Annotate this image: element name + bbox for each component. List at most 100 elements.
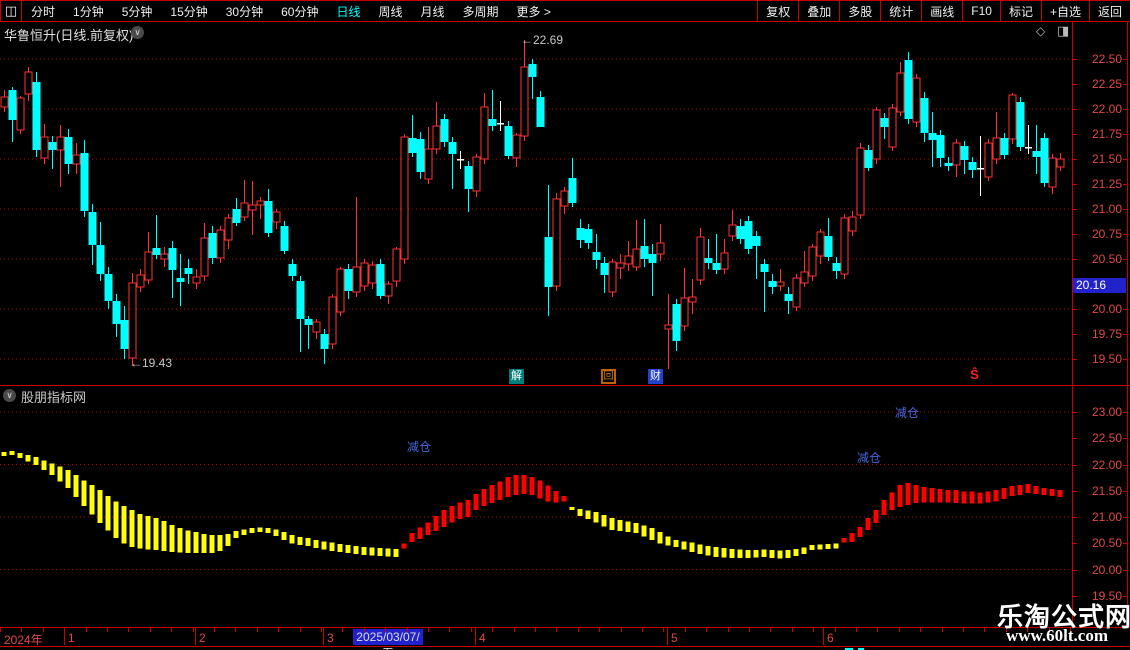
x-axis-minor-tick	[599, 628, 600, 632]
y-axis-label: 20.00	[1091, 302, 1122, 316]
event-marker-解[interactable]: 解	[509, 369, 524, 384]
event-marker-回[interactable]: 回	[601, 369, 616, 384]
indicator-bar	[297, 536, 303, 545]
tab-分时[interactable]: 分时	[22, 3, 64, 20]
candle	[944, 157, 953, 171]
candle	[472, 154, 481, 197]
window-layout-icon[interactable]: ◫	[0, 1, 22, 21]
candle	[712, 234, 721, 274]
indicator-bar	[185, 530, 191, 554]
indicator-bar	[553, 490, 559, 503]
indicator-bar	[913, 484, 919, 503]
tab-15分钟[interactable]: 15分钟	[161, 3, 216, 20]
candle	[776, 269, 785, 291]
candle	[992, 112, 1001, 164]
x-axis-minor-tick	[235, 628, 236, 632]
indicator-bar	[281, 532, 287, 541]
toolbar-button-标记[interactable]: 标记	[999, 1, 1041, 21]
y-axis-label: 21.00	[1091, 510, 1122, 524]
candle	[784, 287, 793, 314]
candle	[200, 223, 209, 281]
indicator-bar	[225, 533, 231, 546]
x-axis-minor-tick	[300, 628, 301, 632]
candle	[232, 198, 241, 226]
candle	[977, 136, 984, 196]
indicator-bar	[273, 529, 279, 536]
candle	[768, 274, 777, 294]
indicator-bar	[841, 538, 847, 543]
indicator-bar	[985, 491, 991, 503]
candle	[120, 306, 129, 359]
candle	[160, 247, 169, 267]
candle	[952, 139, 961, 177]
indicator-bar	[793, 549, 799, 556]
y-axis-label: 20.50	[1091, 536, 1122, 551]
event-marker-Ŝ[interactable]: Ŝ	[967, 367, 982, 382]
tab-日线[interactable]: 日线	[327, 3, 369, 20]
indicator-bar	[489, 484, 495, 503]
candle	[672, 299, 681, 351]
tab-30分钟[interactable]: 30分钟	[217, 3, 272, 20]
y-axis-label: 20.75	[1091, 227, 1122, 241]
candle	[864, 145, 873, 171]
tab-1分钟[interactable]: 1分钟	[64, 3, 113, 20]
indicator-bar	[337, 543, 343, 553]
tab-更多 >[interactable]: 更多 >	[508, 3, 560, 20]
indicator-bar	[961, 491, 967, 504]
toolbar-button-画线[interactable]: 画线	[921, 1, 962, 21]
x-axis-minor-tick	[920, 628, 921, 632]
candle	[360, 259, 369, 291]
indicator-chart[interactable]	[0, 385, 1072, 627]
toolbar-button-叠加[interactable]: 叠加	[798, 1, 839, 21]
candle	[184, 259, 193, 284]
x-axis-minor-tick	[642, 628, 643, 632]
event-marker-财[interactable]: 财	[648, 369, 663, 384]
tab-5分钟[interactable]: 5分钟	[113, 3, 162, 20]
axis-border-left	[1072, 22, 1073, 647]
toolbar-button-复权[interactable]: 复权	[757, 1, 798, 21]
candle	[208, 226, 217, 264]
candle	[128, 273, 137, 366]
indicator-bar	[377, 547, 383, 556]
candle	[816, 229, 825, 264]
candle	[736, 219, 745, 244]
toolbar-button-+自选[interactable]: +自选	[1040, 1, 1089, 21]
candle	[960, 141, 969, 174]
y-axis-label: 20.50	[1091, 252, 1122, 266]
toolbar-button-F10[interactable]: F10	[962, 1, 1000, 21]
toolbar-button-多股[interactable]: 多股	[839, 1, 880, 21]
tab-60分钟[interactable]: 60分钟	[272, 3, 327, 20]
candle	[88, 204, 97, 265]
indicator-bar	[321, 541, 327, 550]
x-axis-month-label: 3	[327, 631, 334, 645]
indicator-bar	[585, 510, 591, 520]
indicator-bar	[449, 505, 455, 523]
candle	[296, 276, 305, 352]
candle	[872, 107, 881, 164]
tab-多周期[interactable]: 多周期	[454, 3, 508, 20]
main-candlestick-chart[interactable]	[0, 22, 1072, 385]
indicator-bar	[49, 463, 55, 475]
candle	[480, 93, 489, 164]
indicator-bar	[809, 544, 815, 551]
toolbar-button-统计[interactable]: 统计	[880, 1, 921, 21]
tab-周线[interactable]: 周线	[369, 3, 411, 20]
candle	[536, 91, 545, 127]
candle	[168, 241, 177, 298]
y-axis-label: 19.50	[1091, 352, 1122, 366]
toolbar-button-返回[interactable]: 返回	[1088, 1, 1130, 21]
candle	[384, 281, 393, 304]
indicator-bar	[1033, 486, 1039, 494]
indicator-bar	[385, 548, 391, 557]
indicator-bar	[769, 550, 775, 558]
indicator-bar	[129, 510, 135, 547]
indicator-bar	[417, 527, 423, 540]
indicator-bar	[577, 509, 583, 516]
indicator-bar	[505, 477, 511, 498]
indicator-bar	[105, 496, 111, 531]
x-axis-minor-tick	[321, 628, 322, 632]
x-axis-minor-tick	[171, 628, 172, 632]
chevron-down-icon[interactable]: ∨	[3, 389, 16, 402]
tab-月线[interactable]: 月线	[412, 3, 454, 20]
indicator-bar	[801, 547, 807, 554]
